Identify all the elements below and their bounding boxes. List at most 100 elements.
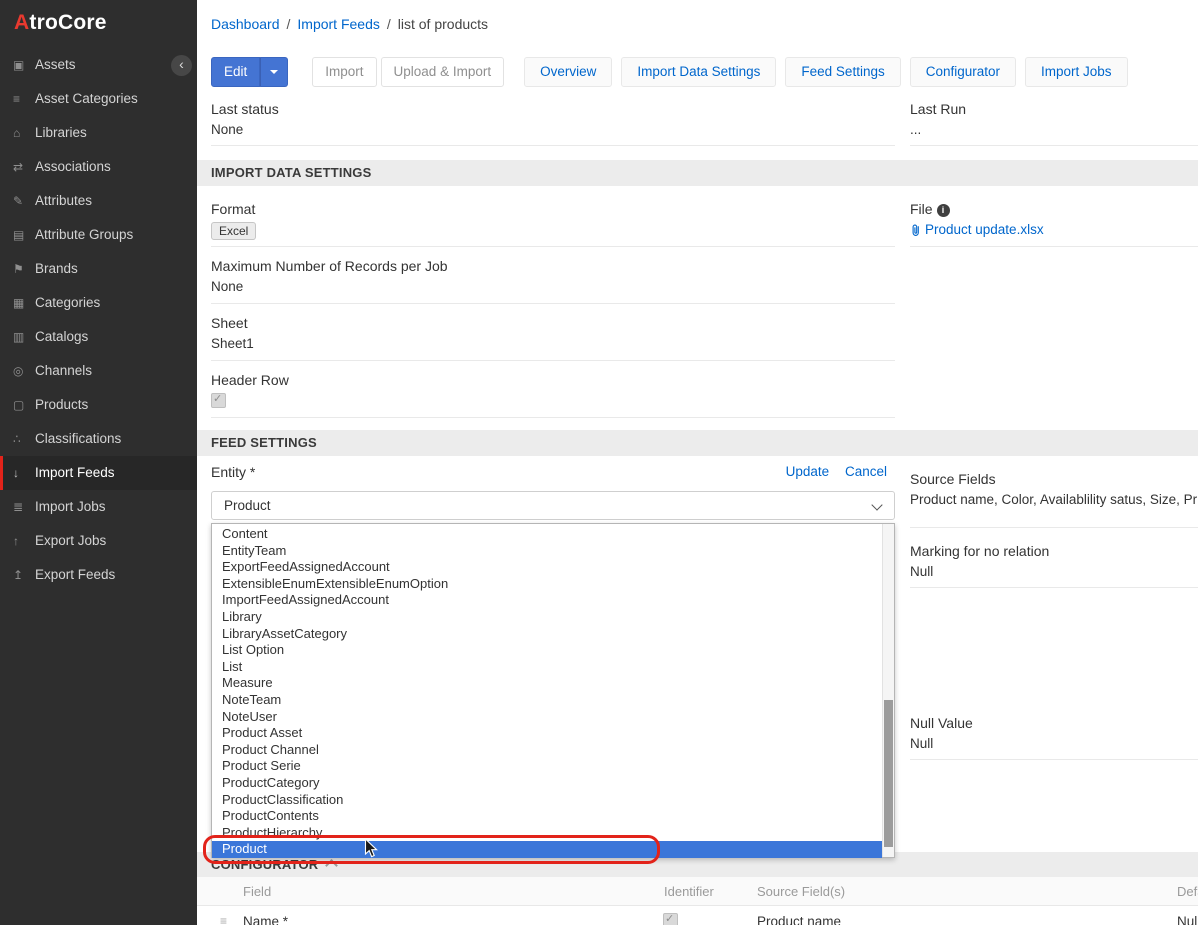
breadcrumb-link-dashboard[interactable]: Dashboard — [211, 16, 280, 32]
sidebar-item-libraries[interactable]: ⌂Libraries — [0, 116, 197, 150]
format-badge: Excel — [211, 222, 256, 240]
dropdown-option[interactable]: NoteUser — [212, 709, 882, 726]
sidebar-item-attribute-groups[interactable]: ▤Attribute Groups — [0, 218, 197, 252]
dropdown-option[interactable]: ExportFeedAssignedAccount — [212, 559, 882, 576]
sidebar-item-categories[interactable]: ▦Categories — [0, 286, 197, 320]
tab-import-data-settings[interactable]: Import Data Settings — [621, 57, 776, 87]
dropdown-option[interactable]: Product Channel — [212, 742, 882, 759]
configurator-table-header: Field Identifier Source Field(s) Defa — [197, 877, 1198, 906]
sidebar-item-associations[interactable]: ⇄Associations — [0, 150, 197, 184]
column-source-fields: Source Field(s) — [757, 884, 845, 899]
field-last-status: Last status None — [211, 94, 895, 146]
export-feeds-icon: ↥ — [13, 558, 35, 592]
field-source-fields: Source Fields Product name, Color, Avail… — [910, 464, 1198, 528]
field-header-row: Header Row — [211, 365, 895, 418]
sidebar-item-attributes[interactable]: ✎Attributes — [0, 184, 197, 218]
edit-dropdown-toggle[interactable] — [260, 57, 288, 87]
dropdown-option[interactable]: EntityTeam — [212, 543, 882, 560]
configurator-table-row[interactable]: Name * Product name Null — [197, 906, 1198, 925]
dropdown-option-selected[interactable]: Product — [212, 841, 882, 858]
tab-import-jobs[interactable]: Import Jobs — [1025, 57, 1128, 87]
brands-icon: ⚑ — [13, 252, 35, 286]
dropdown-option[interactable]: NoteTeam — [212, 692, 882, 709]
entity-field-header: Entity * Update Cancel — [211, 464, 895, 484]
field-label: Header Row — [211, 372, 895, 388]
field-value: None — [211, 279, 895, 294]
file-link[interactable]: Product update.xlsx — [910, 222, 1044, 237]
field-value: Sheet1 — [211, 336, 895, 351]
tab-feed-settings[interactable]: Feed Settings — [785, 57, 900, 87]
cancel-link[interactable]: Cancel — [845, 464, 887, 479]
tab-configurator[interactable]: Configurator — [910, 57, 1016, 87]
sidebar-item-catalogs[interactable]: ▥Catalogs — [0, 320, 197, 354]
associations-icon: ⇄ — [13, 150, 35, 184]
sidebar-item-classifications[interactable]: ∴Classifications — [0, 422, 197, 456]
import-button[interactable]: Import — [312, 57, 376, 87]
libraries-icon: ⌂ — [13, 116, 35, 150]
chevron-down-icon — [871, 499, 882, 510]
sidebar-item-label: Attributes — [35, 193, 92, 208]
categories-icon: ▦ — [13, 286, 35, 320]
info-icon[interactable] — [937, 204, 950, 217]
sidebar-item-channels[interactable]: ◎Channels — [0, 354, 197, 388]
products-icon: ▢ — [13, 388, 35, 422]
upload-import-button[interactable]: Upload & Import — [381, 57, 505, 87]
dropdown-option[interactable]: Measure — [212, 675, 882, 692]
sidebar-item-label: Products — [35, 397, 88, 412]
sidebar-item-assets[interactable]: ▣Assets — [0, 48, 197, 82]
field-label: Marking for no relation — [910, 543, 1198, 559]
dropdown-option[interactable]: ProductClassification — [212, 792, 882, 809]
section-title: FEED SETTINGS — [211, 435, 317, 450]
dropdown-scrollbar[interactable] — [882, 524, 894, 857]
update-link[interactable]: Update — [786, 464, 830, 479]
sidebar-item-import-feeds[interactable]: ↓Import Feeds — [0, 456, 197, 490]
sidebar-collapse-button[interactable]: ‹ — [171, 55, 192, 76]
sidebar-item-asset-categories[interactable]: ≡Asset Categories — [0, 82, 197, 116]
sidebar-item-brands[interactable]: ⚑Brands — [0, 252, 197, 286]
dropdown-option[interactable]: ImportFeedAssignedAccount — [212, 592, 882, 609]
tab-overview[interactable]: Overview — [524, 57, 612, 87]
field-value: Product name, Color, Availablility satus… — [910, 492, 1198, 507]
breadcrumb-link-import-feeds[interactable]: Import Feeds — [297, 16, 379, 32]
sidebar-item-label: Export Feeds — [35, 567, 115, 582]
dropdown-option[interactable]: ProductHierarchy — [212, 825, 882, 842]
attributes-icon: ✎ — [13, 184, 35, 218]
sidebar-item-products[interactable]: ▢Products — [0, 388, 197, 422]
paperclip-icon — [910, 223, 921, 237]
column-identifier: Identifier — [664, 884, 714, 899]
identifier-checkbox[interactable] — [663, 913, 678, 925]
sidebar-item-export-jobs[interactable]: ↑Export Jobs — [0, 524, 197, 558]
dropdown-option[interactable]: ProductCategory — [212, 775, 882, 792]
dropdown-scrollbar-thumb[interactable] — [884, 700, 893, 847]
dropdown-option[interactable]: LibraryAssetCategory — [212, 626, 882, 643]
column-field: Field — [243, 884, 271, 899]
edit-button[interactable]: Edit — [211, 57, 260, 87]
sidebar-item-label: Brands — [35, 261, 78, 276]
brand-rest: troCore — [29, 11, 106, 34]
export-jobs-icon: ↑ — [13, 524, 35, 558]
dropdown-option[interactable]: Content — [212, 526, 882, 543]
drag-handle-icon[interactable] — [220, 914, 227, 925]
dropdown-option[interactable]: Product Asset — [212, 725, 882, 742]
dropdown-option[interactable]: Product Serie — [212, 758, 882, 775]
field-label: Maximum Number of Records per Job — [211, 258, 895, 274]
sidebar-item-import-jobs[interactable]: ≣Import Jobs — [0, 490, 197, 524]
field-label: Format — [211, 201, 895, 217]
sidebar-item-label: Export Jobs — [35, 533, 106, 548]
entity-label: Entity * — [211, 464, 255, 480]
brand-logo[interactable]: AtroCore — [0, 0, 197, 46]
sidebar-item-label: Associations — [35, 159, 111, 174]
asset-categories-icon: ≡ — [13, 82, 35, 116]
chevron-up-icon[interactable] — [325, 859, 338, 872]
dropdown-option[interactable]: List Option — [212, 642, 882, 659]
dropdown-option[interactable]: ProductContents — [212, 808, 882, 825]
dropdown-option[interactable]: Library — [212, 609, 882, 626]
app-window: AtroCore ▣Assets ≡Asset Categories ⌂Libr… — [0, 0, 1198, 925]
header-row-checkbox[interactable] — [211, 393, 226, 408]
dropdown-option[interactable]: List — [212, 659, 882, 676]
dropdown-option[interactable]: ExtensibleEnumExtensibleEnumOption — [212, 576, 882, 593]
row-source-field: Product name — [757, 914, 841, 925]
breadcrumb-separator: / — [387, 16, 391, 32]
entity-select[interactable]: Product — [211, 491, 895, 520]
sidebar-item-export-feeds[interactable]: ↥Export Feeds — [0, 558, 197, 592]
